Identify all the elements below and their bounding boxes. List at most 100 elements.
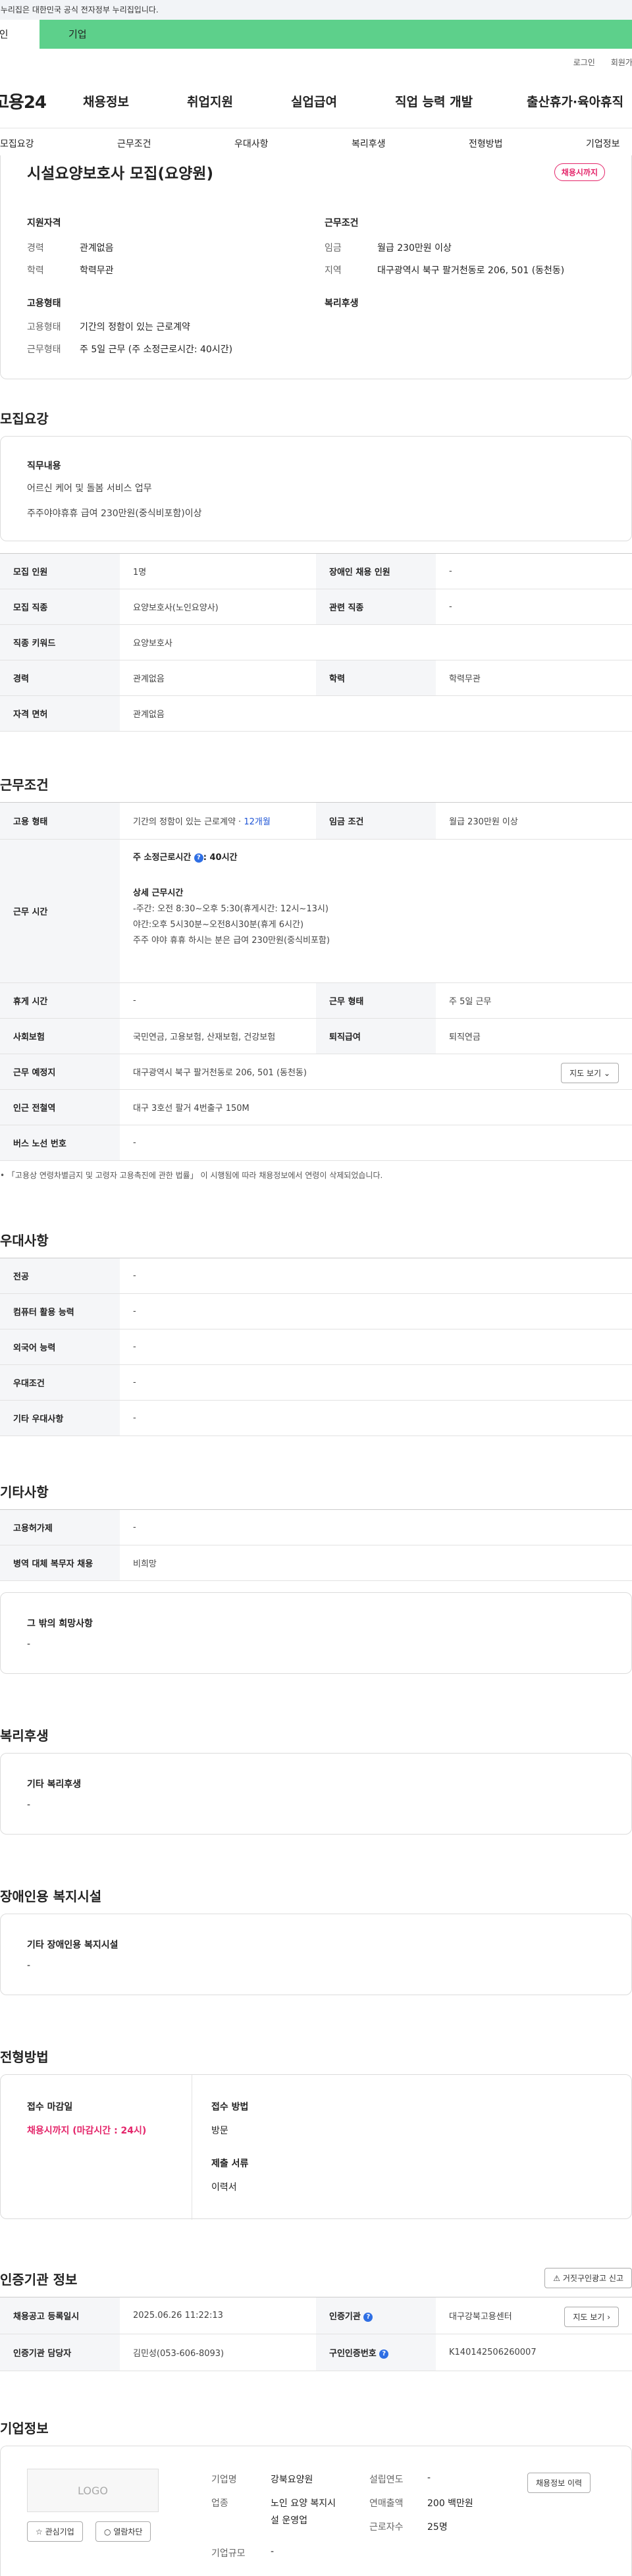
registered-value: 2025.06.26 11:22:13 — [120, 2297, 316, 2334]
gnb-skills-development[interactable]: 직업 능력 개발 — [395, 92, 473, 110]
wage-cond-label: 임금 조건 — [316, 802, 436, 840]
bus-value: - — [120, 1125, 632, 1161]
table-row: 자격 면허 관계없음 — [0, 695, 632, 732]
util-links: 로그인 회원가입 — [573, 57, 632, 70]
workform-row-label: 근무 형태 — [316, 982, 436, 1019]
deadline-badge: 채용시까지 — [554, 163, 605, 181]
block-view-button[interactable]: ○ 열람차단 — [95, 2521, 151, 2542]
license-value: 관계없음 — [120, 695, 632, 732]
emp-months: 12개월 — [244, 817, 271, 827]
other-wishes-title: 그 밖의 희망사항 — [27, 1619, 93, 1629]
map-button[interactable]: 지도 보기 ⌄ — [561, 1063, 619, 1083]
favorite-company-button[interactable]: ☆ 관심기업 — [27, 2521, 83, 2542]
industry-label: 업종 — [211, 2498, 228, 2509]
gnb-parental-leave[interactable]: 출산휴가·육아휴직 — [527, 92, 623, 110]
login-link[interactable]: 로그인 — [573, 57, 595, 70]
edu-row-value: 학력무관 — [436, 660, 632, 696]
place-value: 대구광역시 북구 팔거천동로 206, 501 (동천동) — [133, 1068, 307, 1078]
welfare-box: 기타 복리후생 - — [0, 1753, 632, 1835]
section-tab-selection[interactable]: 전형방법 — [469, 137, 503, 150]
subway-label: 인근 전철역 — [0, 1089, 120, 1125]
region-label: 지역 — [325, 265, 342, 276]
etc-heading: 기타사항 — [0, 1484, 49, 1500]
section-tab-conditions[interactable]: 근무조건 — [117, 137, 151, 150]
wage-cond-value: 월급 230만원 이상 — [436, 802, 632, 840]
number-value: K140142506260007 — [436, 2334, 632, 2371]
tab-company[interactable]: 기업 — [40, 20, 632, 49]
certification-table: 채용공고 등록일시 2025.06.26 11:22:13 인증기관 ? 대구강… — [0, 2297, 632, 2371]
emp-type-cell: 기간의 정함이 있는 근로계약 · 12개월 — [120, 802, 316, 840]
break-label: 휴게 시간 — [0, 982, 120, 1019]
table-row: 전공 - — [0, 1258, 632, 1294]
severance-label: 퇴직급여 — [316, 1018, 436, 1054]
founded-label: 설립연도 — [369, 2475, 404, 2485]
military-label: 병역 대체 복무자 채용 — [0, 1545, 120, 1581]
gnb-jobs[interactable]: 채용정보 — [83, 92, 129, 110]
table-row: 우대조건 - — [0, 1364, 632, 1401]
tab-personal[interactable]: 개인 — [0, 20, 40, 49]
language-label: 외국어 능력 — [0, 1329, 120, 1365]
edu-row-label: 학력 — [316, 660, 436, 696]
section-tab-recruit[interactable]: 모집요강 — [0, 137, 34, 150]
table-row: 컴퓨터 활용 능력 - — [0, 1293, 632, 1329]
report-fake-ad-button[interactable]: ⚠ 거짓구인광고 신고 — [544, 2268, 632, 2288]
disabled-label: 장애인 채용 인원 — [316, 553, 436, 589]
company-name-value: 강북요양원 — [271, 2475, 313, 2485]
deadline-value: 채용시까지 (마감시간 : 24시) — [27, 2126, 147, 2136]
section-tab-welfare[interactable]: 복리후생 — [352, 137, 386, 150]
chevron-right-icon: › — [607, 2313, 610, 2322]
welfare-value: - — [27, 1800, 31, 1810]
language-value: - — [120, 1329, 632, 1365]
user-type-tabs: 개인 기업 — [0, 20, 632, 49]
job-history-button[interactable]: 채용정보 이력 — [527, 2473, 591, 2493]
info-icon[interactable]: ? — [194, 853, 203, 863]
insurance-value: 국민연금, 고용보험, 산재보험, 건강보험 — [120, 1018, 316, 1054]
emp-label: 고용형태 — [27, 322, 61, 333]
site-logo[interactable]: 고용24 — [0, 89, 79, 113]
gnb-unemployment-benefit[interactable]: 실업급여 — [291, 92, 337, 110]
info-icon[interactable]: ? — [363, 2312, 373, 2322]
table-row: 외국어 능력 - — [0, 1329, 632, 1365]
emp-type-value: 기간의 정함이 있는 근로계약 · — [133, 817, 244, 827]
registered-label: 채용공고 등록일시 — [0, 2297, 120, 2334]
other-pref-value: - — [120, 1400, 632, 1436]
info-icon[interactable]: ? — [379, 2349, 389, 2359]
employees-label: 근로자수 — [369, 2522, 404, 2533]
company-size-label: 기업규모 — [211, 2548, 246, 2559]
agency-cell: 대구강북고용센터 지도 보기 › — [436, 2297, 632, 2334]
duty-line-1: 어르신 케어 및 돌봄 서비스 업무 — [27, 483, 152, 494]
career-row-label: 경력 — [0, 660, 120, 696]
permit-label: 고용허가제 — [0, 1509, 120, 1545]
section-tab-preference[interactable]: 우대사항 — [234, 137, 269, 150]
hours-main-line: 주 소정근로시간 ?: 40시간 — [133, 850, 632, 866]
other-pref-label: 기타 우대사항 — [0, 1400, 120, 1436]
section-tab-company[interactable]: 기업정보 — [586, 137, 620, 150]
docs-value: 이력서 — [211, 2182, 237, 2193]
cond-heading: 근무조건 — [325, 218, 359, 228]
table-row: 근무 시간 주 소정근로시간 ?: 40시간 상세 근무시간 -주간: 오전 8… — [0, 839, 632, 983]
break-value: - — [120, 982, 316, 1019]
certification-heading: 인증기관 정보 — [0, 2272, 78, 2288]
workform-label: 근무형태 — [27, 344, 61, 355]
emp-value: 기간의 정함이 있는 근로계약 — [80, 322, 190, 333]
job-posting-page: 이 누리집은 대한민국 공식 전자정부 누리집입니다. 개인 기업 로그인 회원… — [0, 0, 632, 2576]
keyword-value: 요양보호사 — [120, 624, 632, 660]
table-row: 고용 형태 기간의 정함이 있는 근로계약 · 12개월 임금 조건 월급 23… — [0, 802, 632, 840]
agency-map-button[interactable]: 지도 보기 › — [564, 2307, 619, 2327]
industry-value-1: 노인 요양 복지시 — [271, 2498, 336, 2509]
table-row: 경력 관계없음 학력 학력무관 — [0, 660, 632, 696]
keyword-label: 직종 키워드 — [0, 624, 120, 660]
employees-value: 25명 — [427, 2522, 448, 2533]
signup-link[interactable]: 회원가입 — [611, 57, 632, 70]
table-row: 버스 노선 번호 - — [0, 1125, 632, 1161]
career-value: 관계없음 — [80, 243, 114, 254]
edu-label: 학력 — [27, 265, 44, 276]
wage-label: 임금 — [325, 243, 342, 254]
table-row: 기타 우대사항 - — [0, 1400, 632, 1436]
severance-value: 퇴직연금 — [436, 1018, 632, 1054]
computer-value: - — [120, 1293, 632, 1329]
bus-label: 버스 노선 번호 — [0, 1125, 120, 1161]
gnb-employment-support[interactable]: 취업지원 — [187, 92, 233, 110]
insurance-label: 사회보험 — [0, 1018, 120, 1054]
hours-line-2: 야간:오후 5시30분~오전8시30분(휴게 6시간) — [133, 920, 304, 930]
